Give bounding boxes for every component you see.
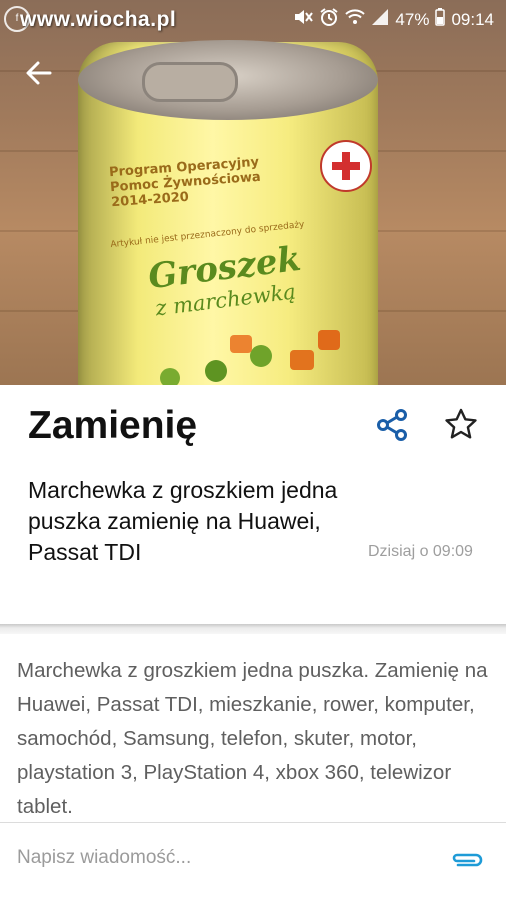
wifi-icon [345,8,366,31]
can-pull-tab [142,62,238,102]
listing-title: Zamienię [28,404,198,447]
back-button[interactable] [22,56,56,90]
listing-summary: Marchewka z groszkiem jedna puszka zamie… [28,477,338,565]
alarm-icon [319,7,339,32]
share-icon [377,409,407,441]
favorite-button[interactable] [442,406,480,444]
red-cross-seal [320,140,372,192]
signal-icon [371,8,389,31]
clock: 09:14 [451,9,494,29]
pea [160,368,180,385]
pea [250,345,272,367]
share-button[interactable] [374,406,412,444]
carrot-cube [318,330,340,350]
paperclip-icon [452,853,483,867]
attach-button[interactable] [450,850,484,872]
carrot-cube [230,335,252,353]
pea [205,360,227,382]
battery-icon [435,8,446,31]
battery-label: 47% [395,9,430,29]
arrow-back-icon [26,61,52,85]
carrot-cube [290,350,314,370]
listing-date: Dzisiaj o 09:09 [368,543,473,560]
listing-photo[interactable]: Program Operacyjny Pomoc Żywnościowa 201… [0,0,506,385]
mute-icon [293,8,314,31]
status-bar: f www.wiocha.pl 47% 09:14 [0,0,506,34]
section-divider [0,624,506,634]
watermark: www.wiocha.pl [20,8,177,31]
listing-description: Marchewka z groszkiem jedna puszka. Zami… [17,659,488,818]
star-icon [445,408,477,439]
message-input[interactable] [17,847,417,869]
